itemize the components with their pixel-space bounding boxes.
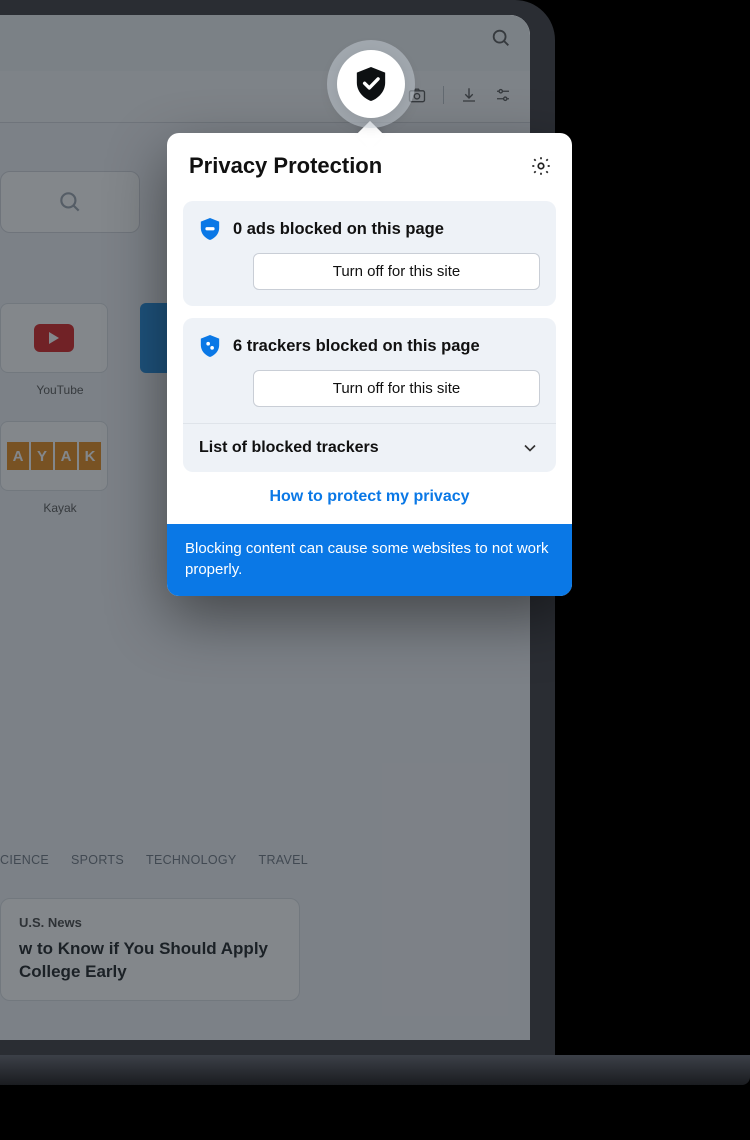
page-search-box[interactable] — [0, 171, 140, 233]
category-link[interactable]: TRAVEL — [259, 853, 309, 867]
youtube-icon — [34, 324, 74, 352]
category-link[interactable]: SPORTS — [71, 853, 124, 867]
browser-toolbar — [0, 15, 530, 71]
category-link[interactable]: TECHNOLOGY — [146, 853, 237, 867]
camera-icon[interactable] — [407, 85, 427, 105]
ads-blocked-text: 0 ads blocked on this page — [233, 220, 444, 239]
tile-label: YouTube — [0, 383, 120, 397]
turn-off-ads-button[interactable]: Turn off for this site — [253, 253, 540, 290]
news-eyebrow: U.S. News — [19, 915, 281, 930]
tile-label: Kayak — [0, 501, 120, 515]
browser-extension-row — [0, 71, 530, 123]
blocked-trackers-list-toggle[interactable]: List of blocked trackers — [183, 423, 556, 472]
search-icon[interactable] — [490, 27, 512, 49]
speed-dial-kayak[interactable]: AYAK Kayak — [0, 421, 120, 515]
trackers-blocked-card: 6 trackers blocked on this page Turn off… — [183, 318, 556, 423]
laptop-base — [0, 1055, 750, 1085]
settings-sliders-icon[interactable] — [494, 86, 512, 104]
kayak-icon: AYAK — [7, 442, 101, 470]
download-icon[interactable] — [460, 86, 478, 104]
chevron-down-icon — [520, 438, 540, 458]
adblock-shield-icon — [199, 217, 221, 241]
trackers-blocked-text: 6 trackers blocked on this page — [233, 337, 480, 356]
news-card[interactable]: U.S. News w to Know if You Should Apply … — [0, 898, 300, 1001]
gear-icon[interactable] — [530, 155, 552, 177]
category-link[interactable]: CIENCE — [0, 853, 49, 867]
news-headline: w to Know if You Should Apply College Ea… — [19, 938, 281, 984]
turn-off-trackers-button[interactable]: Turn off for this site — [253, 370, 540, 407]
news-categories: CIENCE SPORTS TECHNOLOGY TRAVEL — [0, 853, 308, 867]
warning-banner: Blocking content can cause some websites… — [167, 524, 572, 596]
list-label: List of blocked trackers — [199, 439, 379, 457]
help-link[interactable]: How to protect my privacy — [167, 472, 572, 524]
tracker-shield-icon — [199, 334, 221, 358]
separator — [443, 86, 444, 104]
shield-check-icon — [354, 65, 388, 103]
ads-blocked-card: 0 ads blocked on this page Turn off for … — [183, 201, 556, 306]
speed-dial-youtube[interactable]: YouTube — [0, 303, 120, 397]
privacy-protection-panel: Privacy Protection 0 ads blocked on this… — [167, 133, 572, 596]
panel-title: Privacy Protection — [189, 153, 382, 179]
privacy-shield-button[interactable] — [337, 50, 405, 118]
